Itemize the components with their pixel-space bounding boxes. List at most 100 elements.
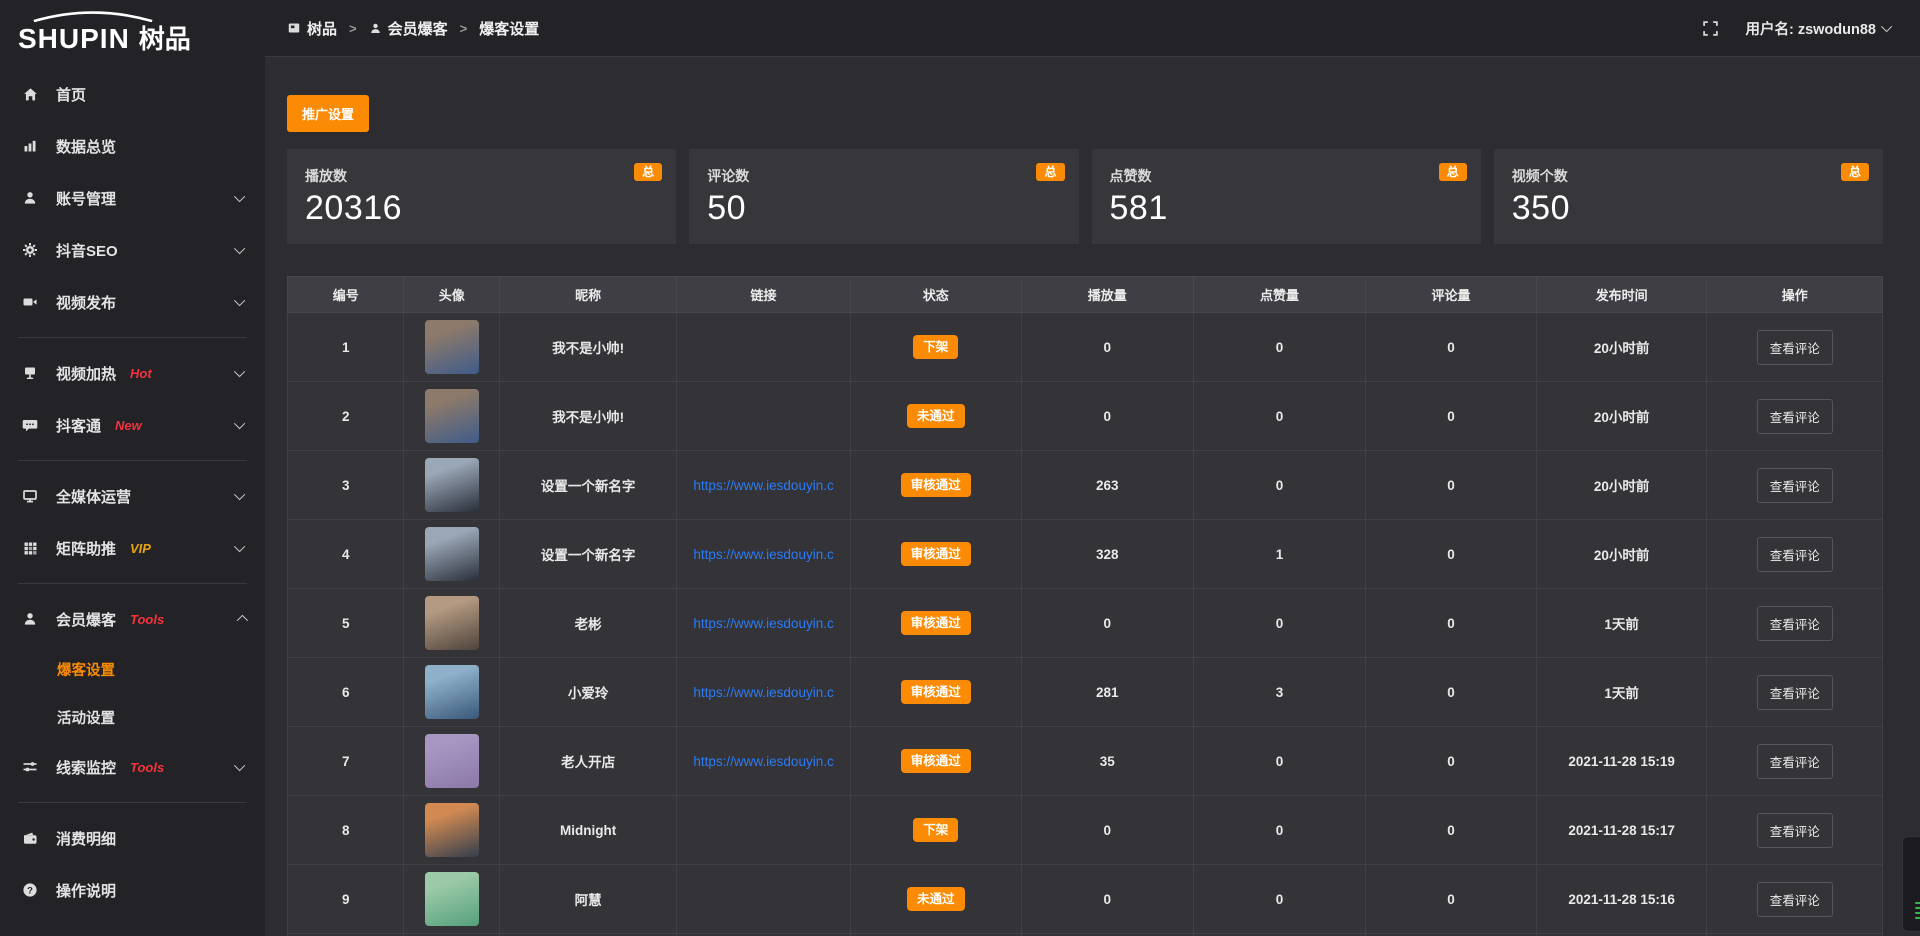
- sidebar-item-label: 会员爆客: [56, 609, 116, 630]
- member-icon: [20, 611, 40, 627]
- cell-status: 审核通过: [850, 451, 1021, 520]
- cell-link: https://www.iesdouyin.c: [677, 451, 851, 520]
- view-comments-button[interactable]: 查看评论: [1757, 882, 1833, 917]
- logo-text-en: SHUPIN: [18, 23, 130, 55]
- help-icon: ?: [20, 882, 40, 898]
- sidebar-subitem-baoke-settings[interactable]: 爆客设置: [0, 645, 265, 693]
- status-badge: 未通过: [907, 887, 965, 912]
- cell-actions: 查看评论: [1707, 796, 1883, 865]
- vip-badge: VIP: [130, 541, 151, 556]
- table-row: 9 阿慧 未通过 0 0 0 2021-11-28 15:16 查看评论: [288, 865, 1883, 934]
- fullscreen-icon[interactable]: [1702, 20, 1719, 37]
- promo-settings-button[interactable]: 推广设置: [287, 95, 369, 132]
- sidebar: SHUPIN 树品 首页 数据总览 账号管理: [0, 0, 265, 936]
- view-comments-button[interactable]: 查看评论: [1757, 468, 1833, 503]
- view-comments-button[interactable]: 查看评论: [1757, 675, 1833, 710]
- cell-likes: 0: [1193, 382, 1365, 451]
- cell-nickname: 设置一个新名字: [500, 451, 677, 520]
- cell-plays: 35: [1021, 727, 1193, 796]
- cell-time: 2021-11-28 15:19: [1536, 727, 1707, 796]
- sidebar-item-video-publish[interactable]: 视频发布: [0, 276, 265, 328]
- breadcrumb-item-section[interactable]: 会员爆客: [388, 18, 448, 39]
- cell-plays: 328: [1021, 520, 1193, 589]
- col-header-likes: 点赞量: [1193, 277, 1365, 313]
- view-comments-button[interactable]: 查看评论: [1757, 330, 1833, 365]
- sidebar-item-home[interactable]: 首页: [0, 68, 265, 120]
- chevron-up-icon: [237, 615, 248, 626]
- breadcrumb-separator: >: [460, 21, 468, 36]
- chevron-down-icon: [1881, 21, 1892, 32]
- total-badge: 总: [634, 163, 662, 181]
- comment-icon: [20, 417, 40, 433]
- sidebar-item-douketong[interactable]: 抖客通 New: [0, 399, 265, 451]
- stat-label: 点赞数: [1110, 166, 1463, 186]
- floating-widget[interactable]: [1902, 836, 1920, 932]
- cell-id: 3: [288, 451, 404, 520]
- table-row: 4 设置一个新名字 https://www.iesdouyin.c 审核通过 3…: [288, 520, 1883, 589]
- sidebar-item-member-baoke[interactable]: 会员爆客 Tools: [0, 593, 265, 645]
- cell-actions: 查看评论: [1707, 727, 1883, 796]
- cell-actions: 查看评论: [1707, 382, 1883, 451]
- sidebar-item-data-overview[interactable]: 数据总览: [0, 120, 265, 172]
- sidebar-item-account-mgmt[interactable]: 账号管理: [0, 172, 265, 224]
- cell-nickname: Midnight: [500, 796, 677, 865]
- sidebar-item-clue-monitor[interactable]: 线索监控 Tools: [0, 741, 265, 793]
- chevron-down-icon: [234, 295, 245, 306]
- cell-nickname: 老彬: [500, 589, 677, 658]
- sidebar-item-video-heat[interactable]: 视频加热 Hot: [0, 347, 265, 399]
- user-menu[interactable]: 用户名: zswodun88: [1745, 18, 1892, 39]
- cell-nickname: 设置一个新名字: [500, 520, 677, 589]
- video-link[interactable]: https://www.iesdouyin.c: [693, 616, 833, 631]
- sidebar-subitem-label: 爆客设置: [57, 659, 115, 680]
- view-comments-button[interactable]: 查看评论: [1757, 813, 1833, 848]
- sidebar-subitem-activity-settings[interactable]: 活动设置: [0, 693, 265, 741]
- cell-link: [677, 313, 851, 382]
- view-comments-button[interactable]: 查看评论: [1757, 399, 1833, 434]
- cell-likes: 1: [1193, 520, 1365, 589]
- video-link[interactable]: https://www.iesdouyin.c: [693, 754, 833, 769]
- sidebar-item-label: 视频发布: [56, 292, 116, 313]
- cell-nickname: 我不是小帅!: [500, 382, 677, 451]
- home-icon: [20, 86, 40, 103]
- sidebar-divider: [18, 802, 247, 803]
- video-link[interactable]: https://www.iesdouyin.c: [693, 685, 833, 700]
- screen-icon: [20, 365, 40, 381]
- sidebar-item-label: 全媒体运营: [56, 486, 131, 507]
- cell-status: 未通过: [850, 382, 1021, 451]
- sidebar-item-douyin-seo[interactable]: 抖音SEO: [0, 224, 265, 276]
- cell-avatar: [404, 313, 500, 382]
- cell-actions: 查看评论: [1707, 451, 1883, 520]
- cell-link: https://www.iesdouyin.c: [677, 520, 851, 589]
- sidebar-item-instructions[interactable]: ? 操作说明: [0, 864, 265, 916]
- view-comments-button[interactable]: 查看评论: [1757, 744, 1833, 779]
- col-header-time: 发布时间: [1536, 277, 1707, 313]
- breadcrumb-item-root[interactable]: 树品: [307, 18, 337, 39]
- cell-id: 8: [288, 796, 404, 865]
- sidebar-item-consume-detail[interactable]: 消费明细: [0, 812, 265, 864]
- cell-likes: 0: [1193, 796, 1365, 865]
- sidebar-item-matrix-boost[interactable]: 矩阵助推 VIP: [0, 522, 265, 574]
- cell-plays: 263: [1021, 451, 1193, 520]
- video-link[interactable]: https://www.iesdouyin.c: [693, 478, 833, 493]
- cell-id: 4: [288, 520, 404, 589]
- avatar: [425, 389, 479, 443]
- table-row: 8 Midnight 下架 0 0 0 2021-11-28 15:17 查看评…: [288, 796, 1883, 865]
- cell-time: 1天前: [1536, 589, 1707, 658]
- view-comments-button[interactable]: 查看评论: [1757, 606, 1833, 641]
- sidebar-item-allmedia-ops[interactable]: 全媒体运营: [0, 470, 265, 522]
- stat-card-plays: 播放数 20316 总: [287, 149, 676, 244]
- video-link[interactable]: https://www.iesdouyin.c: [693, 547, 833, 562]
- chevron-down-icon: [234, 541, 245, 552]
- sidebar-item-label: 账号管理: [56, 188, 116, 209]
- view-comments-button[interactable]: 查看评论: [1757, 537, 1833, 572]
- new-badge: New: [115, 418, 142, 433]
- cell-avatar: [404, 520, 500, 589]
- status-badge: 未通过: [907, 404, 965, 429]
- cell-avatar: [404, 865, 500, 934]
- total-badge: 总: [1841, 163, 1869, 181]
- avatar: [425, 803, 479, 857]
- cell-likes: 0: [1193, 451, 1365, 520]
- sidebar-subitem-label: 活动设置: [57, 707, 115, 728]
- stat-label: 播放数: [305, 166, 658, 186]
- cell-comments: 0: [1366, 589, 1537, 658]
